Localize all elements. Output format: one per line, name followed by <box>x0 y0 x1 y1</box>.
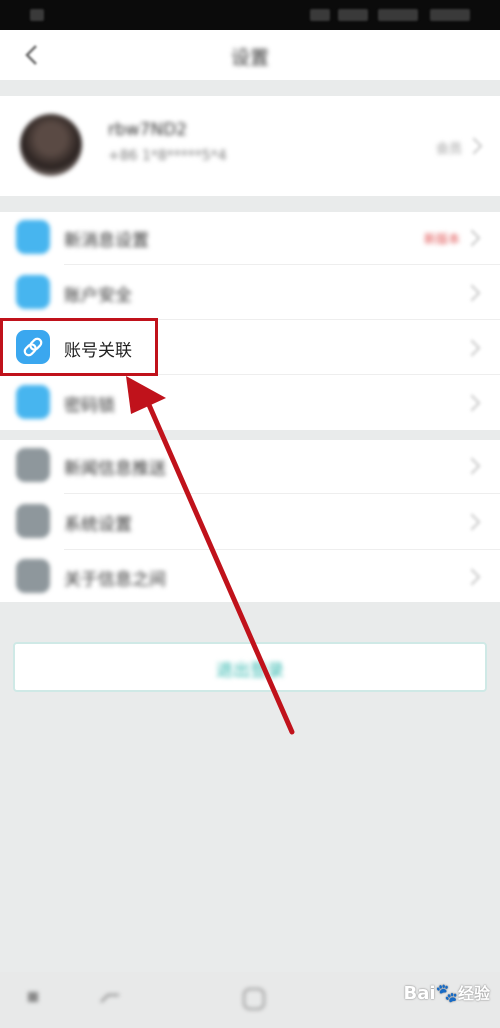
watermark: Bai🐾经验 <box>404 980 490 1004</box>
news-icon <box>16 448 50 482</box>
profile-phone: +86 1*8*****5*4 <box>108 148 227 164</box>
highlight-box <box>0 318 158 376</box>
shield-icon <box>16 275 50 309</box>
recent-apps-icon[interactable] <box>26 990 40 1004</box>
status-bar <box>0 0 500 30</box>
bell-icon <box>16 220 50 254</box>
clock-icon <box>430 9 470 21</box>
menu-item-label: 账户安全 <box>64 286 132 306</box>
watermark-brand: Bai <box>403 983 436 1004</box>
menu-item-label: 关于信息之间 <box>64 570 166 590</box>
logout-button[interactable]: 退出登录 <box>13 642 487 692</box>
menu-item-label: 密码锁 <box>64 396 115 416</box>
gear-icon <box>16 504 50 538</box>
menu-item-label: 新消息设置 <box>64 231 149 251</box>
profile-name: rbw7ND2 <box>108 120 188 140</box>
chevron-right-icon <box>463 394 481 412</box>
wifi-icon <box>338 9 368 21</box>
divider <box>64 549 500 550</box>
divider <box>64 264 500 265</box>
menu-item-about[interactable]: 关于信息之间 <box>0 551 500 601</box>
logout-label: 退出登录 <box>216 661 284 681</box>
profile-extra: 会员 <box>435 142 462 157</box>
nav-bar: 设置 <box>0 30 500 80</box>
menu-item-notifications[interactable]: 新消息设置 新版本 <box>0 212 500 262</box>
menu-item-password-lock[interactable]: 密码锁 <box>0 377 500 427</box>
notification-icon <box>30 9 44 21</box>
menu-item-account-security[interactable]: 账户安全 <box>0 267 500 317</box>
home-icon[interactable] <box>241 986 267 1012</box>
watermark-suffix: 经验 <box>457 984 490 1003</box>
info-icon <box>16 559 50 593</box>
menu-item-news-push[interactable]: 新闻信息推送 <box>0 440 500 490</box>
menu-group-general: 新闻信息推送 系统设置 关于信息之间 <box>0 440 500 602</box>
profile-card[interactable]: rbw7ND2 +86 1*8*****5*4 会员 <box>0 96 500 196</box>
menu-item-label: 新闻信息推送 <box>64 459 166 479</box>
chevron-right-icon <box>463 229 481 247</box>
chevron-right-icon <box>463 457 481 475</box>
avatar <box>20 114 82 176</box>
chevron-right-icon <box>463 339 481 357</box>
chevron-right-icon <box>463 568 481 586</box>
battery-icon <box>378 9 418 21</box>
chevron-right-icon <box>463 284 481 302</box>
lock-icon <box>16 385 50 419</box>
chevron-right-icon <box>463 513 481 531</box>
back-nav-icon[interactable] <box>98 990 122 1008</box>
divider <box>64 493 500 494</box>
status-badge: 新版本 <box>423 232 460 246</box>
signal-icon <box>310 9 330 21</box>
menu-item-label: 系统设置 <box>64 515 132 535</box>
chevron-right-icon <box>465 137 483 155</box>
menu-item-system-settings[interactable]: 系统设置 <box>0 496 500 546</box>
paw-icon: 🐾 <box>435 983 458 1004</box>
page-title: 设置 <box>230 47 269 69</box>
